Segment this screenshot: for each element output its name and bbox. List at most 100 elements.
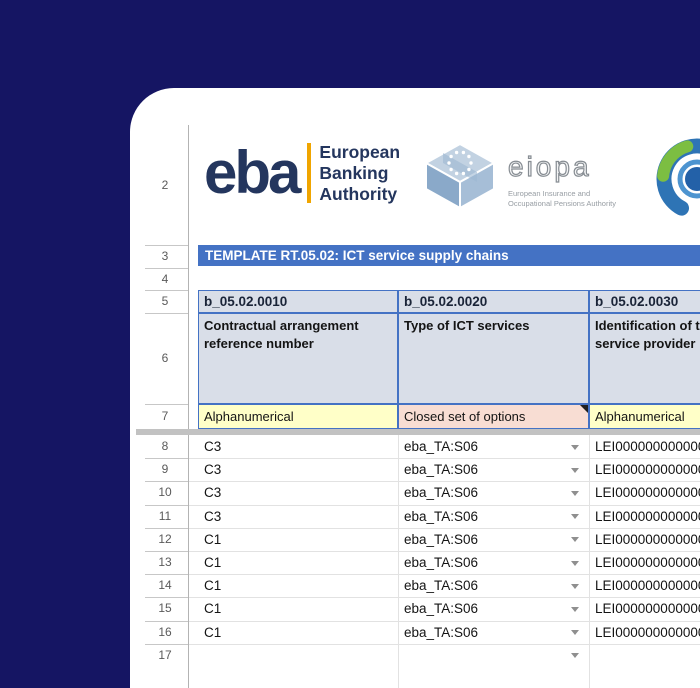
cell-r15-c1[interactable]: C1 — [198, 597, 398, 620]
cell-r9-c3[interactable]: LEI00000000000000000 — [589, 458, 700, 481]
dropdown-arrow-icon[interactable] — [571, 583, 579, 589]
cell-value: eba_TA:S06 — [404, 601, 479, 617]
cell-r14-c3[interactable]: LEI00000000000000000 — [589, 574, 700, 597]
cell-r12-c3[interactable]: LEI00000000000000000 — [589, 528, 700, 551]
cell-r15-c3[interactable]: LEI00000000000000000 — [589, 597, 700, 620]
cell-r8-c3[interactable]: LEI00000000000000000 — [589, 435, 700, 458]
row-header-2[interactable]: 2 — [145, 125, 185, 245]
cell-value: eba_TA:S06 — [404, 578, 479, 594]
cell-value: LEI00000000000000000 — [595, 531, 700, 547]
cell-value: LEI00000000000000000 — [595, 439, 700, 454]
cell-value: LEI00000000000000000 — [595, 555, 700, 570]
dropdown-arrow-icon[interactable] — [571, 653, 579, 659]
page-background: { "colors": { "page_bg": "#151563", "car… — [0, 0, 700, 688]
eiopa-logo: eiopa European Insurance and Occupationa… — [418, 138, 616, 218]
esma-logo — [635, 124, 700, 239]
cell-value: eba_TA:S06 — [404, 462, 479, 478]
cell-r12-c1[interactable]: C1 — [198, 528, 398, 551]
comment-marker — [580, 405, 588, 413]
cell-r14-c1[interactable]: C1 — [198, 574, 398, 597]
template-title-bar[interactable]: TEMPLATE RT.05.02: ICT service supply ch… — [198, 245, 700, 266]
cell-value: LEI00000000000000000 — [595, 462, 700, 478]
cell-r12-c2[interactable]: eba_TA:S06 — [398, 528, 589, 551]
cell-value: C1 — [204, 531, 222, 547]
col-desc-ict-service-type[interactable]: Type of ICT services — [398, 313, 589, 404]
cell-r10-c1[interactable]: C3 — [198, 481, 398, 504]
row-header-6[interactable]: 6 — [145, 313, 185, 404]
row-header-10[interactable]: 10 — [145, 481, 185, 504]
cell-value: eba_TA:S06 — [404, 624, 479, 640]
cell-r14-c2[interactable]: eba_TA:S06 — [398, 574, 589, 597]
dropdown-arrow-icon[interactable] — [571, 560, 579, 566]
col-datatype-alphanumerical[interactable]: Alphanumerical — [198, 404, 398, 429]
dropdown-arrow-icon[interactable] — [571, 630, 579, 636]
row-header-8[interactable]: 8 — [145, 435, 185, 458]
cell-value: eba_TA:S06 — [404, 439, 479, 454]
row-header-15[interactable]: 15 — [145, 597, 185, 620]
eiopa-subtitle-line: European Insurance and — [508, 189, 591, 198]
dropdown-arrow-icon[interactable] — [571, 467, 579, 473]
cell-r8-c2[interactable]: eba_TA:S06 — [398, 435, 589, 458]
cell-r15-c2[interactable]: eba_TA:S06 — [398, 597, 589, 620]
cell-value: LEI00000000000000000 — [595, 601, 700, 617]
eba-name-line: Banking — [319, 162, 389, 183]
dropdown-arrow-icon[interactable] — [571, 606, 579, 612]
cell-value: C1 — [204, 601, 222, 617]
col-desc-contractual-ref[interactable]: Contractual arrangement reference number — [198, 313, 398, 404]
cell-value: eba_TA:S06 — [404, 531, 479, 547]
cell-value: eba_TA:S06 — [404, 555, 479, 570]
cell-r10-c3[interactable]: LEI00000000000000000 — [589, 481, 700, 504]
cell-r13-c3[interactable]: LEI00000000000000000 — [589, 551, 700, 574]
eba-name-line: Authority — [319, 183, 398, 204]
eba-gold-bar — [307, 143, 312, 203]
row-header-14[interactable]: 14 — [145, 574, 185, 597]
col-desc-provider-id[interactable]: Identification of the ICT third-party se… — [589, 313, 700, 404]
row-header-13[interactable]: 13 — [145, 551, 185, 574]
cell-value: eba_TA:S06 — [404, 508, 479, 524]
dropdown-arrow-icon[interactable] — [571, 444, 579, 450]
spreadsheet-card: eba European Banking Authority eiopa Eur… — [130, 88, 700, 688]
row-header-11[interactable]: 11 — [145, 505, 185, 528]
col-datatype-label: Closed set of options — [404, 409, 526, 424]
cell-value: C3 — [204, 508, 222, 524]
esma-eye-icon — [656, 138, 700, 220]
cell-r16-c3[interactable]: LEI00000000000000000 — [589, 621, 700, 644]
eba-name: European Banking Authority — [319, 142, 400, 205]
dropdown-arrow-icon[interactable] — [571, 537, 579, 543]
cell-r16-c2[interactable]: eba_TA:S06 — [398, 621, 589, 644]
cell-r11-c2[interactable]: eba_TA:S06 — [398, 505, 589, 528]
cell-r8-c1[interactable]: C3 — [198, 435, 398, 458]
col-datatype-alphanumerical[interactable]: Alphanumerical — [589, 404, 700, 429]
cell-value: eba_TA:S06 — [404, 485, 479, 501]
row-header-9[interactable]: 9 — [145, 458, 185, 481]
cell-value: LEI00000000000000000 — [595, 508, 700, 524]
col-code-0020[interactable]: b_05.02.0020 — [398, 290, 589, 313]
cell-value: C3 — [204, 485, 222, 501]
cell-r9-c2[interactable]: eba_TA:S06 — [398, 458, 589, 481]
row-header-4[interactable]: 4 — [145, 268, 185, 290]
cell-r11-c3[interactable]: LEI00000000000000000 — [589, 505, 700, 528]
row-header-5[interactable]: 5 — [145, 290, 185, 313]
dropdown-arrow-icon[interactable] — [571, 514, 579, 520]
cell-r10-c2[interactable]: eba_TA:S06 — [398, 481, 589, 504]
row-header-7[interactable]: 7 — [145, 404, 185, 429]
row-header-16[interactable]: 16 — [145, 621, 185, 644]
cell-r11-c1[interactable]: C3 — [198, 505, 398, 528]
col-datatype-closed-set[interactable]: Closed set of options — [398, 404, 589, 429]
col-code-0010[interactable]: b_05.02.0010 — [198, 290, 398, 313]
cell-r13-c1[interactable]: C1 — [198, 551, 398, 574]
cell-value: C1 — [204, 555, 222, 570]
cell-r13-c2[interactable]: eba_TA:S06 — [398, 551, 589, 574]
dropdown-arrow-icon[interactable] — [571, 490, 579, 496]
col-code-0030[interactable]: b_05.02.0030 — [589, 290, 700, 313]
cell-value: C3 — [204, 462, 222, 478]
gutter-border — [188, 125, 189, 688]
row-header-12[interactable]: 12 — [145, 528, 185, 551]
cell-value: C1 — [204, 578, 222, 594]
eiopa-subtitle-line: Occupational Pensions Authority — [508, 198, 616, 208]
cell-r9-c1[interactable]: C3 — [198, 458, 398, 481]
row-header-3[interactable]: 3 — [145, 245, 185, 268]
cell-r16-c1[interactable]: C1 — [198, 621, 398, 644]
eiopa-cube-icon — [425, 143, 495, 209]
eba-acronym: eba — [204, 139, 301, 206]
